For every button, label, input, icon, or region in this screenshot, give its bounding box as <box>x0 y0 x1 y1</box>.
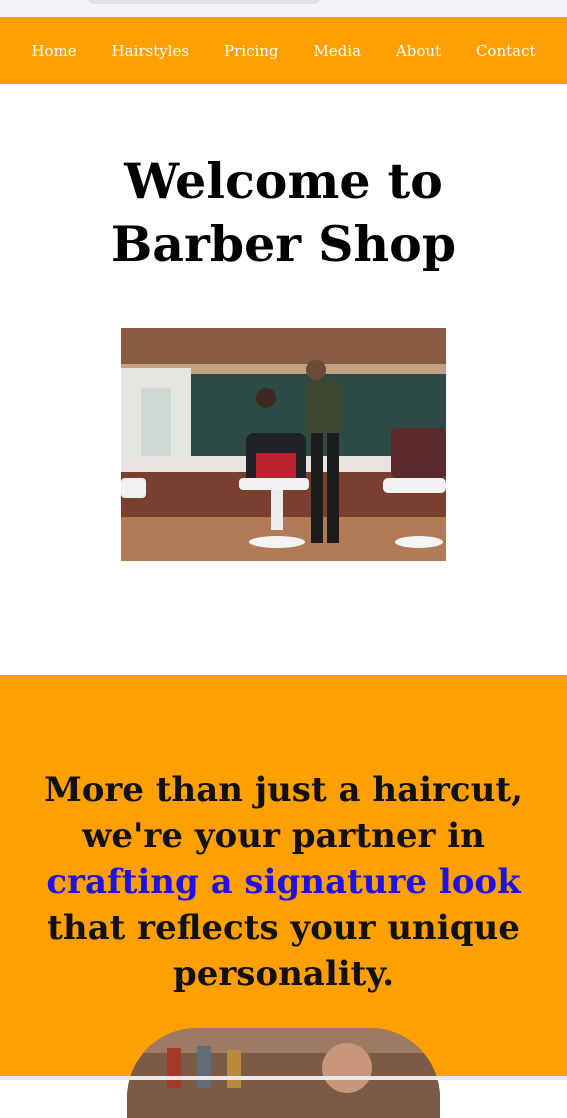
tagline-part2: that reflects your unique personality. <box>47 908 520 994</box>
page-title-line1: Welcome to <box>124 152 443 210</box>
nav-pricing-link[interactable]: Pricing <box>224 42 279 60</box>
page-title: Welcome to Barber Shop <box>0 150 567 276</box>
barbershop-hero-image <box>121 328 446 561</box>
page-title-line2: Barber Shop <box>110 215 457 273</box>
tagline-highlight: crafting a signature look <box>46 862 521 902</box>
nav-home-link[interactable]: Home <box>31 42 76 60</box>
nav-about-link[interactable]: About <box>396 42 441 60</box>
page-bottom-edge <box>0 1076 567 1080</box>
nav-media-link[interactable]: Media <box>313 42 361 60</box>
nav-contact-link[interactable]: Contact <box>476 42 536 60</box>
barber-portrait-photo <box>127 1028 440 1118</box>
browser-top-strip <box>0 0 567 17</box>
nav-hairstyles-link[interactable]: Hairstyles <box>112 42 190 60</box>
tagline-part1: More than just a haircut, we're your par… <box>44 770 523 856</box>
barbershop-photo <box>121 328 446 561</box>
address-bar-edge[interactable] <box>88 0 320 4</box>
barber-portrait-image <box>127 1028 440 1118</box>
main-navbar: Home Hairstyles Pricing Media About Cont… <box>0 17 567 84</box>
tagline-text: More than just a haircut, we're your par… <box>0 767 567 997</box>
